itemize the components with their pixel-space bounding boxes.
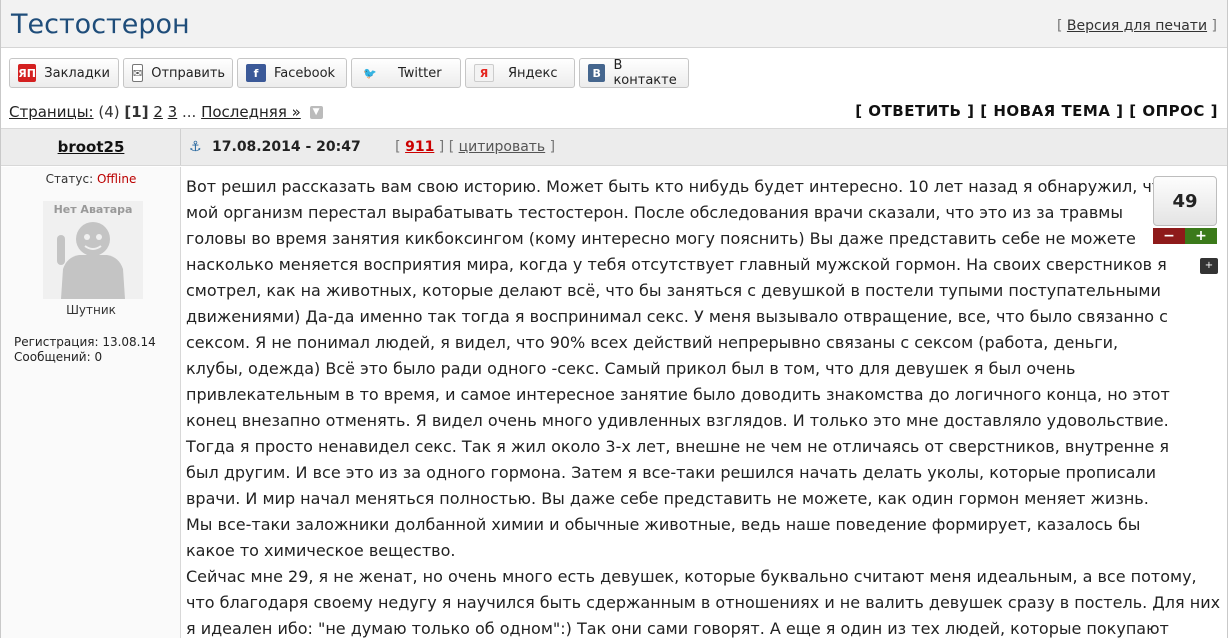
share-label: В контакте (613, 58, 677, 88)
rate-down-button[interactable]: − (1153, 228, 1185, 244)
avatar-caption: Нет Аватара (53, 203, 133, 216)
author-sidebar: Статус: Offline Нет Аватара Шутник Регис… (1, 167, 181, 638)
post-body: Вот решил рассказать вам свою историю. М… (186, 174, 1222, 638)
share-label: Яндекс (508, 65, 558, 81)
print-version: [ Версия для печати ] (1057, 18, 1217, 34)
page-link-3[interactable]: 3 (168, 103, 178, 121)
pages-link[interactable]: Страницы: (9, 103, 94, 121)
expand-plus-icon[interactable]: + (1200, 258, 1218, 274)
bracket-open: [ (1057, 18, 1063, 34)
twitter-button[interactable]: 🐦 Twitter (351, 58, 461, 88)
mail-icon: ✉ (132, 64, 144, 82)
yandex-icon: Я (474, 64, 494, 82)
send-button[interactable]: ✉ Отправить (123, 58, 233, 88)
author-info: Регистрация: 13.08.14 Сообщений: 0 (14, 335, 156, 365)
avatar: Нет Аватара (43, 201, 143, 299)
message-count: Сообщений: 0 (14, 350, 103, 364)
bracket-close: ] (549, 139, 556, 155)
rating-value: 49 (1153, 176, 1217, 226)
page-count: (4) (98, 103, 120, 121)
bracket-separator: ] [ (438, 139, 455, 155)
vk-icon: B (588, 64, 606, 82)
author-name-link[interactable]: broot25 (1, 138, 181, 156)
share-label: Закладки (44, 65, 110, 81)
author-status: Статус: Offline (1, 172, 181, 186)
post-number-link[interactable]: 911 (405, 139, 434, 155)
post-header: broot25 ⚓ 17.08.2014 - 20:47 [ 911 ] [ ц… (1, 128, 1227, 166)
author-rank: Шутник (66, 303, 116, 317)
post-paragraph: Вот решил рассказать вам свою историю. М… (186, 177, 1171, 560)
last-page-link[interactable]: Последняя » (201, 103, 301, 121)
quote-link[interactable]: цитировать (459, 139, 546, 155)
anchor-icon[interactable]: ⚓ (189, 139, 202, 155)
page-link-2[interactable]: 2 (153, 103, 163, 121)
chevron-down-icon[interactable]: ▼ (309, 106, 323, 119)
bracket-open: [ (395, 139, 401, 155)
facebook-icon: f (246, 64, 266, 82)
facebook-button[interactable]: f Facebook (237, 58, 347, 88)
author-cell: broot25 (1, 129, 181, 165)
rating-buttons: − + (1153, 228, 1217, 244)
registration-date: Регистрация: 13.08.14 (14, 335, 156, 349)
topic-title-bar: Тестостерон [ Версия для печати ] (1, 0, 1227, 48)
twitter-icon: 🐦 (363, 66, 377, 80)
rate-up-button[interactable]: + (1185, 228, 1217, 244)
yandex-button[interactable]: Я Яндекс (465, 58, 575, 88)
new-topic-button[interactable]: [ НОВАЯ ТЕМА ] (980, 102, 1123, 120)
bookmarks-button[interactable]: ЯП Закладки (9, 58, 119, 88)
page-ellipsis: ... (182, 103, 197, 121)
pagination-row: Страницы: (4) [1] 2 3 ... Последняя » ▼ … (1, 99, 1227, 125)
post-date: 17.08.2014 - 20:47 (212, 139, 361, 155)
page-title: Тестостерон (11, 9, 190, 40)
post-paragraph: Сейчас мне 29, я не женат, но очень мног… (186, 567, 1221, 638)
topic-actions: [ ОТВЕТИТЬ ] [ НОВАЯ ТЕМА ] [ ОПРОС ] (855, 102, 1218, 120)
share-label: Facebook (274, 65, 336, 81)
share-label: Отправить (151, 65, 226, 81)
share-label: Twitter (398, 65, 442, 81)
print-version-link[interactable]: Версия для печати (1067, 18, 1207, 34)
share-toolbar: ЯП Закладки ✉ Отправить f Facebook 🐦 Twi… (9, 58, 689, 90)
status-value: Offline (96, 172, 137, 186)
post-rating: 49 − + (1153, 176, 1217, 244)
pagination: Страницы: (4) [1] 2 3 ... Последняя » ▼ (9, 103, 323, 121)
current-page: [1] (124, 103, 149, 121)
poll-button[interactable]: [ ОПРОС ] (1129, 102, 1218, 120)
post-meta: ⚓ 17.08.2014 - 20:47 [ 911 ] [ цитироват… (189, 139, 555, 155)
vkontakte-button[interactable]: B В контакте (579, 58, 689, 88)
reply-button[interactable]: [ ОТВЕТИТЬ ] (855, 102, 974, 120)
bracket-close: ] (1211, 18, 1217, 34)
status-label: Статус: (45, 172, 94, 186)
yap-bookmarks-icon: ЯП (18, 64, 37, 82)
